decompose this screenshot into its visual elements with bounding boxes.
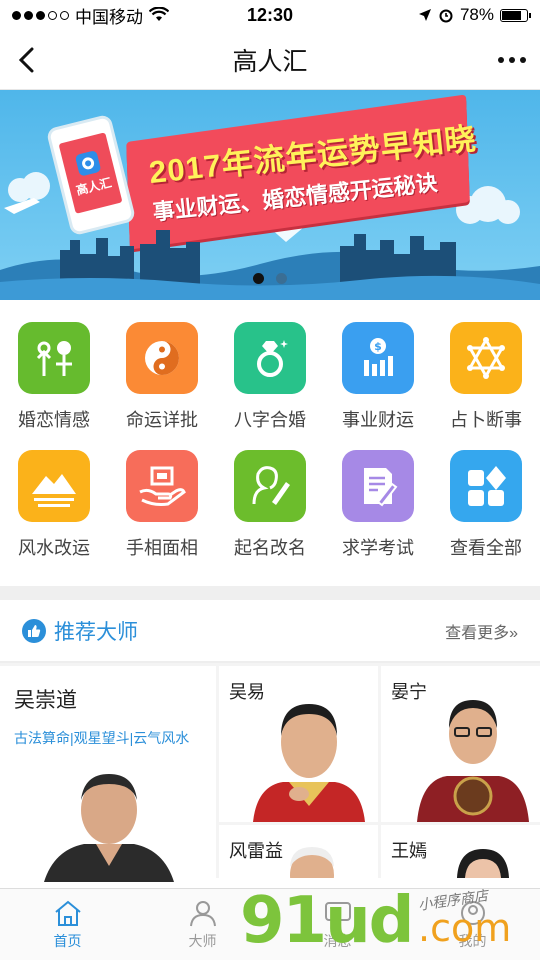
service-mountain[interactable]: 风水改运 [0,450,108,560]
alarm-icon [439,9,453,23]
tab-messages[interactable]: 消息 [270,889,405,960]
battery-icon [500,8,531,22]
service-label: 占卜断事 [450,410,522,430]
service-profile-pen[interactable]: 起名改名 [216,450,324,560]
banner-dot[interactable] [276,273,287,284]
home-icon [54,900,81,926]
tab-label: 首页 [53,932,82,949]
service-yin-yang[interactable]: 命运详批 [108,322,216,432]
service-label: 事业财运 [342,410,414,430]
section-title: 推荐大师 [54,620,138,644]
hexagram-icon [450,322,522,394]
master-portrait [253,704,365,822]
section-divider [0,586,540,600]
page-title: 高人汇 [232,47,308,76]
service-money-chart[interactable]: $ 事业财运 [324,322,432,432]
city-skyline [0,230,540,300]
thumbs-up-icon [22,618,46,643]
status-bar: 中国移动 12:30 78% [0,0,540,30]
master-portrait [417,700,529,822]
document-pen-icon [342,450,414,522]
user-icon [460,900,485,925]
service-label: 风水改运 [18,538,90,558]
money-chart-icon: $ [342,322,414,394]
clock: 12:30 [246,4,294,25]
service-grid: 婚恋情感 命运详批 八字合婚 $ 事业财运 占卜断事风水改运 手相面相 起名改名 求学考试 查看全… [0,300,540,560]
service-document-pen[interactable]: 求学考试 [324,450,432,560]
master-card[interactable]: 晏宁 [381,666,540,822]
wifi-icon [149,7,169,21]
palm-icon [126,450,198,522]
back-icon[interactable] [14,47,40,73]
master-card-featured[interactable]: 吴崇道 古法算命|观星望斗|云气风水 [0,666,216,882]
service-label: 命运详批 [126,410,198,430]
diamond-ring-icon [234,322,306,394]
nav-bar: 高人汇 [0,30,540,90]
masters-section: 吴崇道 古法算命|观星望斗|云气风水 吴易 风雷益 晏宁 王嫣 [0,662,540,882]
service-label: 起名改名 [234,538,306,558]
master-name: 吴崇道 [14,689,77,712]
service-label: 婚恋情感 [18,410,90,430]
service-label: 八字合婚 [234,410,306,430]
all-apps-icon [450,450,522,522]
service-hexagram[interactable]: 占卜断事 [432,322,540,432]
tab-label: 我的 [458,932,487,949]
service-palm[interactable]: 手相面相 [108,450,216,560]
love-balloons-icon [18,322,90,394]
service-label: 查看全部 [450,538,522,558]
service-label: 求学考试 [342,538,414,558]
svg-text:$: $ [374,340,382,353]
battery-percent: 78% [459,5,494,24]
tab-home[interactable]: 首页 [0,889,135,960]
mountain-icon [18,450,90,522]
tab-label: 消息 [323,932,352,949]
yin-yang-icon [126,322,198,394]
master-portrait [44,774,174,882]
message-icon [324,901,351,927]
tab-label: 大师 [188,932,217,949]
tab-profile[interactable]: 我的 [405,889,540,960]
master-portrait [290,847,334,878]
profile-pen-icon [234,450,306,522]
carrier-label: 中国移动 [75,7,143,27]
master-icon [189,900,216,926]
master-portrait [456,849,510,878]
more-icon[interactable] [498,56,526,63]
view-more-link[interactable]: 查看更多» [445,619,518,643]
service-love-balloons[interactable]: 婚恋情感 [0,322,108,432]
phone-app-name: 高人汇 [74,175,113,198]
banner-pagination [253,273,287,284]
tab-masters[interactable]: 大师 [135,889,270,960]
signal-icon [12,10,69,20]
master-tags: 古法算命|观星望斗|云气风水 [14,730,190,746]
tab-bar: 首页 大师 消息 我的 [0,888,540,960]
service-all-apps[interactable]: 查看全部 [432,450,540,560]
master-card[interactable]: 吴易 [219,666,378,822]
service-diamond-ring[interactable]: 八字合婚 [216,322,324,432]
master-card[interactable]: 王嫣 [381,825,540,878]
service-label: 手相面相 [126,538,198,558]
master-card[interactable]: 风雷益 [219,825,378,878]
banner-carousel[interactable]: 2017年流年运势早知晓 事业财运、婚恋情感开运秘诀 高人汇 [0,90,540,300]
location-arrow-icon [418,9,431,21]
banner-dot[interactable] [253,273,264,284]
app-logo-icon [74,149,102,177]
recommended-header: 推荐大师 查看更多» [0,600,540,662]
